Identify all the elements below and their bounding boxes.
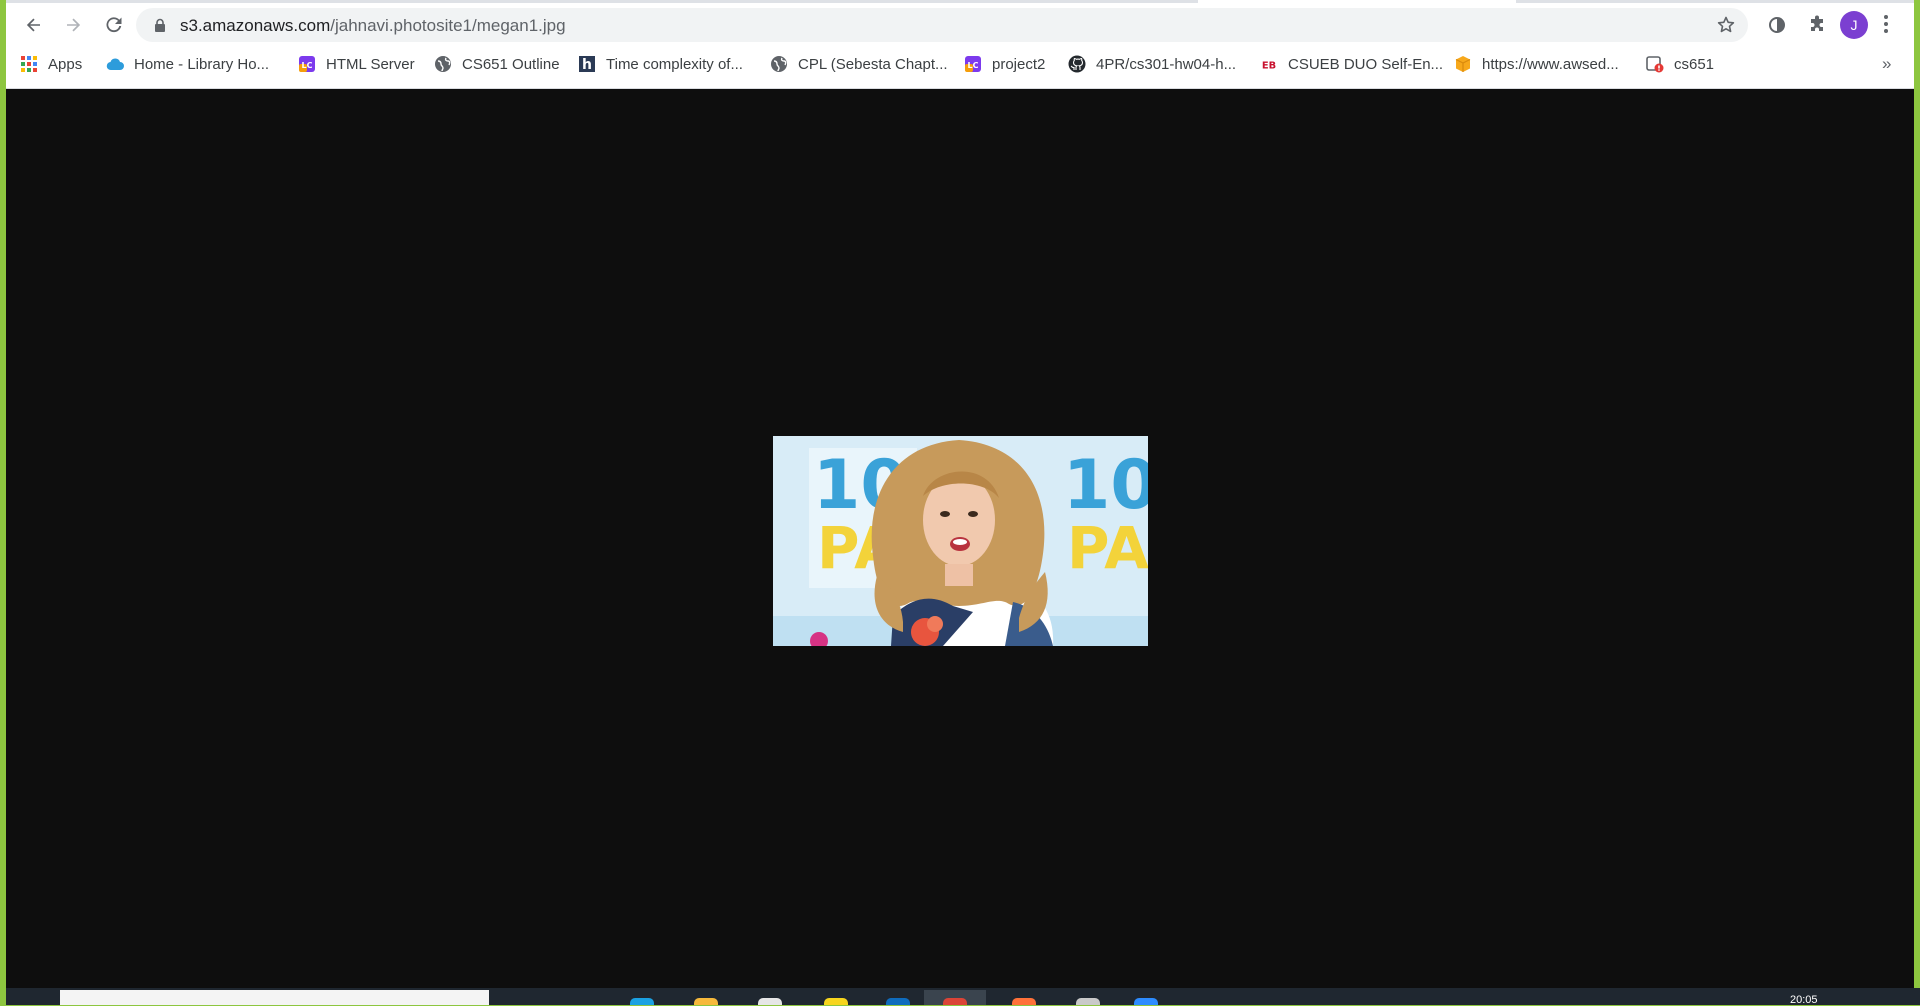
reload-button[interactable] [98,9,130,41]
bookmark-label: cs651 [1674,55,1715,73]
bookmark-project2[interactable]: LC project2 [958,50,1051,78]
app-icon[interactable] [1076,998,1100,1005]
kebab-menu-icon[interactable] [1882,12,1890,36]
bookmark-csueb-duo[interactable]: EB CSUEB DUO Self-En... [1254,50,1449,78]
bookmarks-bar: Apps Home - Library Ho... LC HTML Server… [6,50,1914,80]
bookmark-label: Home - Library Ho... [134,55,270,73]
photo-content: 106 PA 106 PA [773,436,1148,646]
store-icon[interactable] [758,998,782,1005]
url-host: s3.amazonaws.com [180,16,331,35]
url-text[interactable]: s3.amazonaws.com/jahnavi.photosite1/mega… [180,16,566,36]
bookmark-time-complexity[interactable]: h Time complexity of... [572,50,749,78]
bookmarks-overflow-button[interactable]: » [1882,54,1891,74]
back-button[interactable] [18,9,50,41]
bookmark-awsed[interactable]: https://www.awsed... [1448,50,1625,78]
reload-icon [106,17,122,33]
profile-avatar[interactable]: J [1840,11,1868,39]
file-explorer-icon[interactable] [694,998,718,1005]
arrow-left-icon [26,18,40,32]
calendar-alert-icon [1646,55,1664,73]
bookmark-label: Apps [48,55,83,73]
apps-grid-icon [20,55,38,73]
address-bar[interactable]: s3.amazonaws.com/jahnavi.photosite1/mega… [136,8,1748,42]
url-path: /jahnavi.photosite1/megan1.jpg [330,16,566,35]
circle-extension-icon [1769,17,1785,33]
bookmark-html-server[interactable]: LC HTML Server [292,50,421,78]
bookmark-label: project2 [992,55,1046,73]
browser-window: s3.amazonaws.com/jahnavi.photosite1/mega… [6,0,1914,988]
puzzle-icon [1811,15,1823,31]
bookmark-label: CS651 Outline [462,55,560,73]
aws-box-icon [1454,55,1472,73]
chrome-icon[interactable] [943,998,967,1005]
bookmark-label: https://www.awsed... [1482,55,1619,73]
bookmark-label: CSUEB DUO Self-En... [1288,55,1444,73]
taskbar-clock[interactable]: 20:05 [1790,994,1818,1006]
svg-text:LC: LC [302,61,313,70]
bookmark-cs651-outline[interactable]: CS651 Outline [428,50,566,78]
browser-toolbar: s3.amazonaws.com/jahnavi.photosite1/mega… [6,0,1914,89]
arrow-right-icon [67,18,81,32]
lock-icon [155,18,165,32]
bookmark-github-4pr[interactable]: 4PR/cs301-hw04-h... [1062,50,1242,78]
lc-icon: LC [964,55,982,73]
extensions-button[interactable] [1802,10,1832,40]
svg-text:PA: PA [1067,514,1148,582]
mail-icon[interactable] [886,998,910,1005]
svg-text:EB: EB [1262,61,1276,72]
globe-icon [770,55,788,73]
bookmark-label: CPL (Sebesta Chapt... [798,55,948,73]
taskbar-search-box[interactable] [60,990,489,1005]
svg-text:LC: LC [968,61,979,70]
forward-button[interactable] [57,9,89,41]
bookmark-label: 4PR/cs301-hw04-h... [1096,55,1237,73]
displayed-image: 106 PA 106 PA [773,436,1148,646]
extension-button[interactable] [1762,10,1792,40]
bookmark-apps[interactable]: Apps [14,50,88,78]
globe-icon [434,55,452,73]
github-icon [1068,55,1086,73]
bookmark-label: HTML Server [326,55,415,73]
eb-icon: EB [1260,55,1278,73]
bookmark-cs651[interactable]: cs651 [1640,50,1720,78]
os-taskbar: 20:05 [6,988,1920,1006]
edge-icon[interactable] [630,998,654,1005]
lc-icon: LC [298,55,316,73]
bookmark-cpl-sebesta[interactable]: CPL (Sebesta Chapt... [764,50,954,78]
zoom-icon[interactable] [1134,998,1158,1005]
tab-active[interactable] [1198,0,1516,3]
star-icon[interactable] [1716,15,1736,35]
bookmark-label: Time complexity of... [606,55,743,73]
sticky-notes-icon[interactable] [824,998,848,1005]
svg-text:h: h [582,57,592,73]
firefox-icon[interactable] [1012,998,1036,1005]
bookmark-home-library[interactable]: Home - Library Ho... [100,50,275,78]
tab-strip [6,0,1914,3]
cloud-icon [106,55,124,73]
h-icon: h [578,55,596,73]
profile-initial: J [1850,17,1858,33]
